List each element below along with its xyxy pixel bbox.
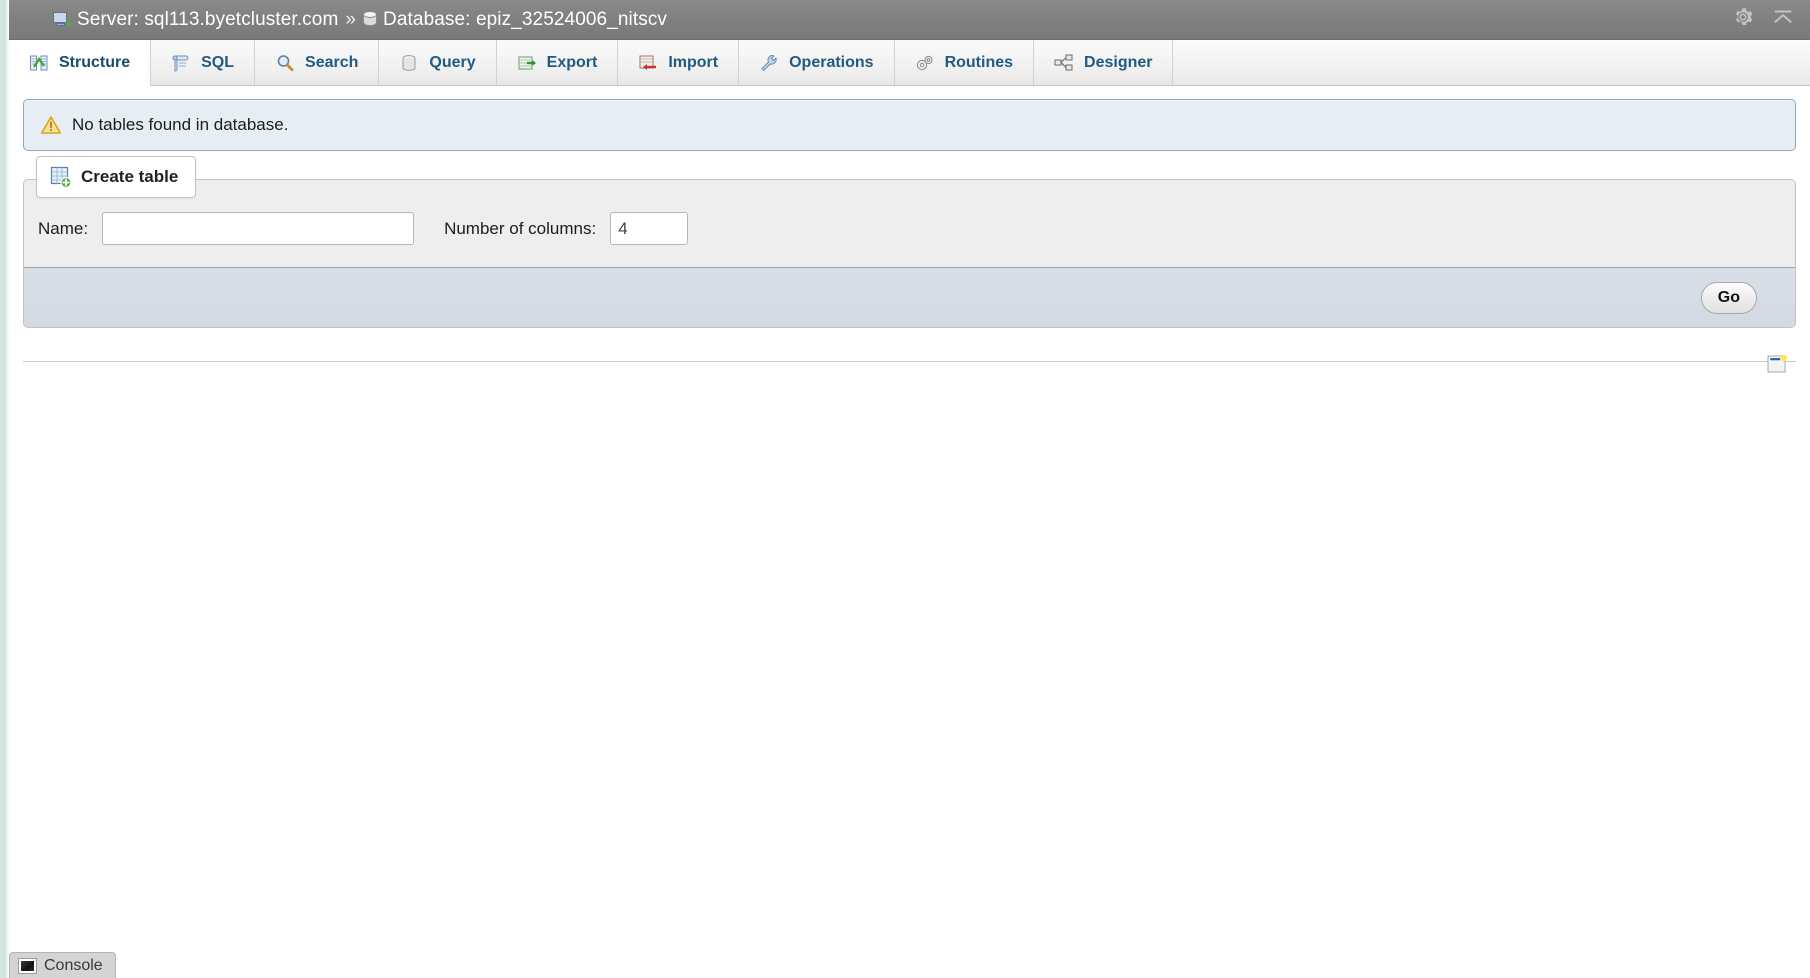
- export-icon: [517, 53, 537, 73]
- tab-import[interactable]: Import: [618, 40, 740, 85]
- search-icon: [275, 53, 295, 73]
- console-label: Console: [44, 956, 103, 974]
- collapse-up-icon[interactable]: [1772, 9, 1794, 30]
- import-icon: [638, 53, 658, 73]
- structure-icon: [29, 53, 49, 73]
- create-table-legend-label: Create table: [81, 167, 179, 186]
- tab-sql-label: SQL: [201, 53, 235, 71]
- no-tables-notice: No tables found in database.: [23, 99, 1796, 151]
- go-button[interactable]: Go: [1700, 281, 1757, 314]
- breadcrumb-server-label[interactable]: Server: sql113.byetcluster.com: [77, 9, 338, 31]
- create-table-icon: [50, 166, 72, 189]
- breadcrumb-database-label[interactable]: Database: epiz_32524006_nitscv: [383, 9, 667, 31]
- tab-operations-label: Operations: [789, 53, 874, 71]
- query-icon: [399, 53, 419, 73]
- create-table-inputs-row: Name: Number of columns:: [24, 202, 1795, 267]
- tab-routines[interactable]: Routines: [894, 40, 1035, 85]
- tab-search-label: Search: [305, 53, 359, 71]
- tab-export-label: Export: [546, 53, 598, 71]
- tab-routines-label: Routines: [944, 53, 1014, 71]
- create-table-legend[interactable]: Create table: [36, 156, 197, 198]
- left-edge-strip: [0, 0, 9, 978]
- console-window-icon[interactable]: [1766, 353, 1788, 375]
- table-name-label: Name:: [38, 218, 89, 238]
- create-table-fieldset: Create table Name: Number of columns: Go: [23, 156, 1796, 328]
- tab-structure[interactable]: Structure: [9, 40, 152, 86]
- designer-icon: [1054, 53, 1074, 73]
- tab-export[interactable]: Export: [496, 40, 619, 85]
- database-icon: [363, 11, 378, 28]
- create-table-submit-bar: Go: [24, 267, 1795, 327]
- warning-icon: [40, 115, 62, 135]
- tab-query[interactable]: Query: [379, 40, 497, 85]
- tab-import-label: Import: [668, 53, 719, 71]
- gear-icon[interactable]: [1732, 6, 1754, 33]
- server-icon: [53, 11, 71, 28]
- tab-designer[interactable]: Designer: [1034, 40, 1174, 85]
- server-breadcrumb-bar: Server: sql113.byetcluster.com » Databas…: [9, 0, 1810, 40]
- number-of-columns-input[interactable]: [610, 212, 689, 245]
- tab-operations[interactable]: Operations: [739, 40, 895, 85]
- routines-icon: [915, 53, 935, 73]
- footer-divider: [23, 361, 1796, 362]
- console-toggle[interactable]: Console: [9, 952, 116, 978]
- tab-query-label: Query: [429, 53, 476, 71]
- no-tables-message: No tables found in database.: [72, 115, 289, 134]
- sql-icon: [171, 53, 191, 73]
- number-of-columns-label: Number of columns:: [444, 218, 597, 238]
- wrench-icon: [759, 53, 779, 73]
- console-icon: [18, 957, 37, 974]
- main-content: No tables found in database. Create tabl…: [9, 86, 1810, 978]
- tab-sql[interactable]: SQL: [151, 40, 256, 85]
- tab-designer-label: Designer: [1084, 53, 1153, 71]
- breadcrumb: Server: sql113.byetcluster.com » Databas…: [53, 9, 667, 31]
- main-tab-bar: Structure SQL Search Query Export Import…: [9, 40, 1810, 86]
- table-name-input[interactable]: [102, 212, 415, 245]
- breadcrumb-separator: »: [345, 8, 357, 30]
- topbar-actions: [1732, 6, 1794, 33]
- tab-structure-label: Structure: [59, 53, 131, 71]
- tab-search[interactable]: Search: [255, 40, 380, 85]
